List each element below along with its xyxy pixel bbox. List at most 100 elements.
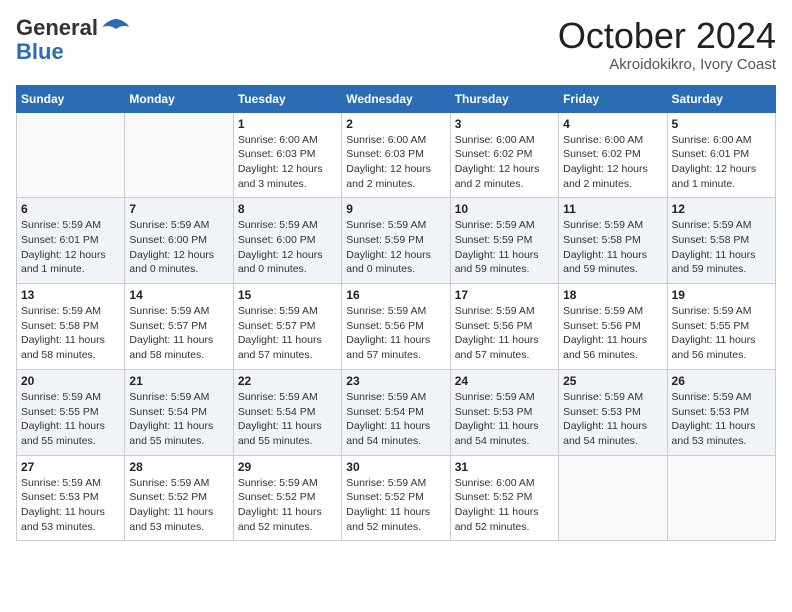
day-number: 5 [672, 117, 771, 131]
day-info: Sunrise: 5:59 AMSunset: 5:54 PMDaylight:… [129, 390, 228, 449]
day-number: 6 [21, 202, 120, 216]
day-number: 11 [563, 202, 662, 216]
month-title: October 2024 [558, 16, 776, 56]
day-info: Sunrise: 6:00 AMSunset: 6:02 PMDaylight:… [563, 133, 662, 192]
location-subtitle: Akroidokikro, Ivory Coast [558, 56, 776, 73]
day-number: 9 [346, 202, 445, 216]
calendar-week-row: 1 Sunrise: 6:00 AMSunset: 6:03 PMDaylight… [17, 112, 776, 198]
day-info: Sunrise: 6:00 AMSunset: 5:52 PMDaylight:… [455, 476, 554, 535]
calendar-cell: 7 Sunrise: 5:59 AMSunset: 6:00 PMDaylight… [125, 198, 233, 284]
day-number: 31 [455, 460, 554, 474]
day-number: 13 [21, 288, 120, 302]
calendar-cell: 2Sunrise: 6:00 AMSunset: 6:03 PMDaylight… [342, 112, 450, 198]
col-header-wednesday: Wednesday [342, 85, 450, 112]
calendar-header-row: SundayMondayTuesdayWednesdayThursdayFrid… [17, 85, 776, 112]
calendar-cell: 25 Sunrise: 5:59 AMSunset: 5:53 PMDayligh… [559, 369, 667, 455]
calendar-cell: 30 Sunrise: 5:59 AMSunset: 5:52 PMDayligh… [342, 455, 450, 541]
col-header-thursday: Thursday [450, 85, 558, 112]
day-number: 7 [129, 202, 228, 216]
day-info: Sunrise: 5:59 AMSunset: 5:58 PMDaylight:… [21, 304, 120, 363]
calendar-cell: 19Sunrise: 5:59 AMSunset: 5:55 PMDayligh… [667, 284, 775, 370]
calendar-cell [17, 112, 125, 198]
day-info: Sunrise: 6:00 AMSunset: 6:03 PMDaylight:… [346, 133, 445, 192]
day-info: Sunrise: 5:59 AMSunset: 5:52 PMDaylight:… [238, 476, 337, 535]
day-info: Sunrise: 5:59 AMSunset: 5:55 PMDaylight:… [672, 304, 771, 363]
day-info: Sunrise: 5:59 AMSunset: 6:01 PMDaylight:… [21, 218, 120, 277]
calendar-cell: 28 Sunrise: 5:59 AMSunset: 5:52 PMDayligh… [125, 455, 233, 541]
day-number: 10 [455, 202, 554, 216]
day-info: Sunrise: 5:59 AMSunset: 5:53 PMDaylight:… [455, 390, 554, 449]
day-info: Sunrise: 6:00 AMSunset: 6:03 PMDaylight:… [238, 133, 337, 192]
calendar-cell: 16 Sunrise: 5:59 AMSunset: 5:56 PMDayligh… [342, 284, 450, 370]
col-header-friday: Friday [559, 85, 667, 112]
calendar-week-row: 27Sunrise: 5:59 AMSunset: 5:53 PMDayligh… [17, 455, 776, 541]
calendar-cell: 3 Sunrise: 6:00 AMSunset: 6:02 PMDaylight… [450, 112, 558, 198]
logo: General Blue [16, 16, 130, 64]
day-number: 30 [346, 460, 445, 474]
day-info: Sunrise: 5:59 AMSunset: 5:54 PMDaylight:… [238, 390, 337, 449]
day-number: 17 [455, 288, 554, 302]
calendar-cell: 14 Sunrise: 5:59 AMSunset: 5:57 PMDayligh… [125, 284, 233, 370]
col-header-tuesday: Tuesday [233, 85, 341, 112]
calendar-cell [559, 455, 667, 541]
day-number: 29 [238, 460, 337, 474]
day-info: Sunrise: 5:59 AMSunset: 5:52 PMDaylight:… [346, 476, 445, 535]
day-info: Sunrise: 5:59 AMSunset: 5:53 PMDaylight:… [563, 390, 662, 449]
calendar-cell: 11 Sunrise: 5:59 AMSunset: 5:58 PMDayligh… [559, 198, 667, 284]
calendar-cell: 9 Sunrise: 5:59 AMSunset: 5:59 PMDaylight… [342, 198, 450, 284]
title-section: October 2024 Akroidokikro, Ivory Coast [558, 16, 776, 73]
page-header: General Blue October 2024 Akroidokikro, … [16, 16, 776, 73]
calendar-table: SundayMondayTuesdayWednesdayThursdayFrid… [16, 85, 776, 542]
calendar-cell: 10 Sunrise: 5:59 AMSunset: 5:59 PMDayligh… [450, 198, 558, 284]
day-info: Sunrise: 5:59 AMSunset: 5:52 PMDaylight:… [129, 476, 228, 535]
day-number: 8 [238, 202, 337, 216]
calendar-cell: 6 Sunrise: 5:59 AMSunset: 6:01 PMDaylight… [17, 198, 125, 284]
day-info: Sunrise: 5:59 AMSunset: 5:56 PMDaylight:… [455, 304, 554, 363]
logo-general: General [16, 15, 98, 40]
day-number: 12 [672, 202, 771, 216]
calendar-cell: 15Sunrise: 5:59 AMSunset: 5:57 PMDayligh… [233, 284, 341, 370]
calendar-week-row: 13 Sunrise: 5:59 AMSunset: 5:58 PMDayligh… [17, 284, 776, 370]
calendar-cell: 18 Sunrise: 5:59 AMSunset: 5:56 PMDayligh… [559, 284, 667, 370]
day-info: Sunrise: 5:59 AMSunset: 5:58 PMDaylight:… [672, 218, 771, 277]
day-info: Sunrise: 5:59 AMSunset: 5:58 PMDaylight:… [563, 218, 662, 277]
day-info: Sunrise: 5:59 AMSunset: 5:56 PMDaylight:… [563, 304, 662, 363]
calendar-cell: 24 Sunrise: 5:59 AMSunset: 5:53 PMDayligh… [450, 369, 558, 455]
day-number: 3 [455, 117, 554, 131]
calendar-cell: 31 Sunrise: 6:00 AMSunset: 5:52 PMDayligh… [450, 455, 558, 541]
calendar-cell: 26Sunrise: 5:59 AMSunset: 5:53 PMDayligh… [667, 369, 775, 455]
day-number: 22 [238, 374, 337, 388]
day-info: Sunrise: 5:59 AMSunset: 5:56 PMDaylight:… [346, 304, 445, 363]
col-header-monday: Monday [125, 85, 233, 112]
calendar-cell: 23Sunrise: 5:59 AMSunset: 5:54 PMDayligh… [342, 369, 450, 455]
day-info: Sunrise: 5:59 AMSunset: 5:59 PMDaylight:… [346, 218, 445, 277]
day-number: 20 [21, 374, 120, 388]
calendar-cell: 27Sunrise: 5:59 AMSunset: 5:53 PMDayligh… [17, 455, 125, 541]
calendar-cell: 17 Sunrise: 5:59 AMSunset: 5:56 PMDayligh… [450, 284, 558, 370]
day-info: Sunrise: 5:59 AMSunset: 6:00 PMDaylight:… [238, 218, 337, 277]
day-info: Sunrise: 5:59 AMSunset: 5:59 PMDaylight:… [455, 218, 554, 277]
day-info: Sunrise: 5:59 AMSunset: 5:57 PMDaylight:… [129, 304, 228, 363]
day-number: 23 [346, 374, 445, 388]
col-header-saturday: Saturday [667, 85, 775, 112]
day-info: Sunrise: 6:00 AMSunset: 6:02 PMDaylight:… [455, 133, 554, 192]
day-number: 14 [129, 288, 228, 302]
day-number: 26 [672, 374, 771, 388]
calendar-cell: 12 Sunrise: 5:59 AMSunset: 5:58 PMDayligh… [667, 198, 775, 284]
day-number: 21 [129, 374, 228, 388]
day-number: 25 [563, 374, 662, 388]
calendar-cell: 20Sunrise: 5:59 AMSunset: 5:55 PMDayligh… [17, 369, 125, 455]
day-number: 18 [563, 288, 662, 302]
calendar-cell: 13 Sunrise: 5:59 AMSunset: 5:58 PMDayligh… [17, 284, 125, 370]
calendar-cell: 1 Sunrise: 6:00 AMSunset: 6:03 PMDaylight… [233, 112, 341, 198]
day-number: 24 [455, 374, 554, 388]
day-number: 1 [238, 117, 337, 131]
day-number: 16 [346, 288, 445, 302]
logo-text: General [16, 16, 130, 40]
day-info: Sunrise: 5:59 AMSunset: 5:53 PMDaylight:… [21, 476, 120, 535]
day-info: Sunrise: 5:59 AMSunset: 6:00 PMDaylight:… [129, 218, 228, 277]
calendar-cell [667, 455, 775, 541]
day-number: 28 [129, 460, 228, 474]
logo-bird-icon [102, 17, 130, 35]
calendar-week-row: 6 Sunrise: 5:59 AMSunset: 6:01 PMDaylight… [17, 198, 776, 284]
